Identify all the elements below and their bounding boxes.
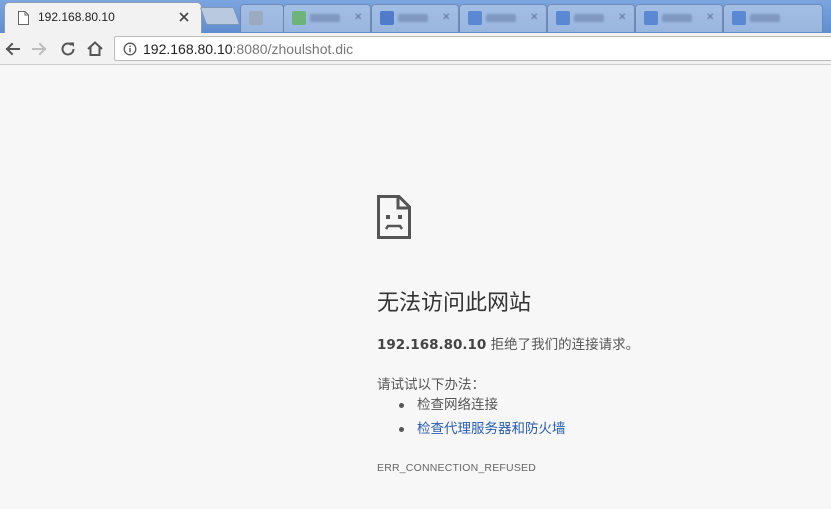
sad-page-icon xyxy=(377,195,411,239)
tab-blurred[interactable] xyxy=(240,4,284,32)
info-icon[interactable] xyxy=(123,42,137,56)
favicon-icon xyxy=(292,11,306,25)
tab-active[interactable]: 192.168.80.10 xyxy=(4,2,202,33)
browser-window: 192.168.80.10 ✕ ✕ ✕ ✕ ✕ 192.168.80.10:80… xyxy=(0,0,831,509)
tab-strip: 192.168.80.10 ✕ ✕ ✕ ✕ ✕ xyxy=(0,0,831,33)
error-description: 192.168.80.10 拒绝了我们的连接请求。 xyxy=(377,333,639,353)
address-bar[interactable]: 192.168.80.10:8080/zhoulshot.dic xyxy=(114,36,831,61)
favicon-icon xyxy=(732,11,746,25)
suggestion-list: 检查网络连接 检查代理服务器和防火墙 xyxy=(377,395,566,443)
error-code: ERR_CONNECTION_REFUSED xyxy=(377,462,537,474)
favicon-icon xyxy=(380,11,394,25)
favicon-icon xyxy=(249,11,263,25)
url-path: :8080/zhoulshot.dic xyxy=(232,41,354,57)
close-icon[interactable]: ✕ xyxy=(618,13,626,23)
suggestion-check-proxy-link[interactable]: 检查代理服务器和防火墙 xyxy=(377,419,566,443)
tab-blurred[interactable]: ✕ xyxy=(635,4,723,32)
close-icon[interactable]: ✕ xyxy=(442,13,450,23)
url-host: 192.168.80.10 xyxy=(143,41,233,57)
forward-arrow-icon[interactable] xyxy=(28,38,50,60)
close-icon[interactable]: ✕ xyxy=(530,13,538,23)
try-label: 请试试以下办法： xyxy=(377,377,485,393)
favicon-icon xyxy=(468,11,482,25)
tab-blurred[interactable] xyxy=(199,7,241,25)
tab-label-blurred xyxy=(574,14,604,22)
toolbar: 192.168.80.10:8080/zhoulshot.dic xyxy=(0,33,831,65)
tab-label-blurred xyxy=(398,14,428,22)
close-icon[interactable]: ✕ xyxy=(706,13,714,23)
home-icon[interactable] xyxy=(84,38,106,60)
error-description-text: 拒绝了我们的连接请求。 xyxy=(486,337,640,353)
tab-label-blurred xyxy=(662,14,692,22)
back-arrow-icon[interactable] xyxy=(2,38,24,60)
error-page: 无法访问此网站 192.168.80.10 拒绝了我们的连接请求。 请试试以下办… xyxy=(0,65,831,509)
page-icon xyxy=(18,11,29,25)
close-icon[interactable] xyxy=(178,11,190,23)
tab-label-blurred xyxy=(486,14,516,22)
error-title: 无法访问此网站 xyxy=(377,291,532,316)
reload-icon[interactable] xyxy=(57,38,79,60)
tab-blurred[interactable]: ✕ xyxy=(459,4,547,32)
tab-label-blurred xyxy=(750,14,780,22)
favicon-icon xyxy=(556,11,570,25)
suggestion-check-network: 检查网络连接 xyxy=(377,395,566,419)
tab-blurred[interactable]: ✕ xyxy=(371,4,459,32)
tab-blurred[interactable] xyxy=(723,4,823,32)
tab-label-blurred xyxy=(310,14,340,22)
favicon-icon xyxy=(644,11,658,25)
url-text[interactable]: 192.168.80.10:8080/zhoulshot.dic xyxy=(143,41,353,57)
close-icon[interactable]: ✕ xyxy=(354,13,362,23)
tab-title: 192.168.80.10 xyxy=(38,10,115,24)
error-host: 192.168.80.10 xyxy=(377,337,487,353)
tab-blurred[interactable]: ✕ xyxy=(283,4,371,32)
tab-blurred[interactable]: ✕ xyxy=(547,4,635,32)
